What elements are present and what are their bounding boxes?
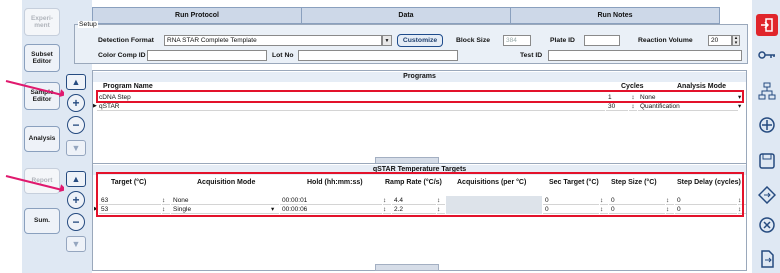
reaction-volume-field[interactable]: 20: [708, 35, 732, 46]
detection-format-label: Detection Format: [98, 37, 154, 44]
chevron-down-icon: ▼: [71, 143, 81, 153]
main-tabs: Run Protocol Data Run Notes: [92, 7, 720, 24]
nav-sum-label: Sum.: [34, 217, 50, 225]
targets-remove-button[interactable]: −: [67, 213, 85, 231]
color-comp-label: Color Comp ID: [98, 52, 146, 59]
nav-analysis-label: Analysis: [28, 135, 56, 143]
nav-analysis-button[interactable]: Analysis: [24, 126, 60, 152]
test-id-field[interactable]: [548, 50, 742, 61]
programs-panel: Programs Program Name Cycles Analysis Mo…: [92, 70, 747, 164]
reaction-volume-label: Reaction Volume: [638, 37, 693, 44]
nav-experiment-button[interactable]: Experi- ment: [24, 8, 60, 36]
lot-no-field[interactable]: [298, 50, 458, 61]
nav-subset-editor-button[interactable]: Subset Editor: [24, 44, 60, 72]
programs-remove-button[interactable]: −: [67, 116, 85, 134]
tab-run-notes[interactable]: Run Notes: [511, 8, 719, 23]
exit-icon[interactable]: [756, 14, 778, 36]
tab-run-protocol[interactable]: Run Protocol: [93, 8, 302, 23]
programs-move-down-button[interactable]: ▼: [66, 140, 86, 156]
program-row-2-cycles-spinner[interactable]: ↕: [629, 102, 637, 111]
targets-horizontal-scrollbar[interactable]: [375, 264, 439, 271]
plate-id-field[interactable]: [584, 35, 620, 46]
targets-add-button[interactable]: +: [67, 191, 85, 209]
programs-col-cycles: Cycles: [621, 83, 644, 90]
targets-move-up-button[interactable]: ▲: [66, 171, 86, 187]
network-icon[interactable]: [756, 80, 778, 102]
block-size-field[interactable]: 384: [503, 35, 531, 46]
program-row-2-cycles[interactable]: 30: [606, 102, 628, 111]
detection-format-select[interactable]: RNA STAR Complete Template: [164, 35, 382, 46]
programs-highlight-box: [96, 90, 744, 103]
block-size-label: Block Size: [456, 37, 490, 44]
customize-button[interactable]: Customize: [397, 34, 443, 47]
minus-icon: −: [72, 118, 80, 132]
color-comp-field[interactable]: [147, 50, 267, 61]
programs-col-name: Program Name: [103, 83, 153, 90]
test-id-label: Test ID: [520, 52, 543, 59]
nav-experiment-label: Experi- ment: [30, 14, 54, 29]
programs-add-button[interactable]: +: [67, 94, 85, 112]
detection-format-dropdown-icon[interactable]: ▼: [382, 35, 392, 46]
settings-dial-icon[interactable]: [756, 114, 778, 136]
targets-highlight-box: [96, 172, 744, 217]
programs-move-up-button[interactable]: ▲: [66, 74, 86, 90]
minus-icon: −: [72, 215, 80, 229]
program-row-2-name[interactable]: qSTAR: [97, 102, 605, 111]
programs-col-mode: Analysis Mode: [677, 83, 727, 90]
key-icon[interactable]: [756, 44, 778, 66]
program-row-2-mode[interactable]: Quantification: [638, 102, 738, 111]
nav-sum-button[interactable]: Sum.: [24, 208, 60, 234]
reaction-volume-spinner[interactable]: ▴ ▾: [732, 35, 740, 46]
targets-move-down-button[interactable]: ▼: [66, 236, 86, 252]
programs-title: Programs: [93, 72, 746, 82]
save-icon[interactable]: [756, 150, 778, 172]
program-row-2-mode-dropdown-icon[interactable]: ▾: [738, 102, 745, 111]
setup-legend: Setup: [78, 21, 98, 28]
export-icon[interactable]: [756, 248, 778, 270]
tab-data[interactable]: Data: [302, 8, 511, 23]
close-icon[interactable]: [756, 214, 778, 236]
chevron-up-icon: ▲: [71, 77, 81, 87]
navigate-icon[interactable]: [756, 184, 778, 206]
lot-no-label: Lot No: [272, 52, 294, 59]
plate-id-label: Plate ID: [550, 37, 575, 44]
chevron-down-icon: ▼: [71, 239, 81, 249]
plus-icon: +: [72, 193, 80, 207]
plus-icon: +: [72, 96, 80, 110]
nav-subset-editor-label: Subset Editor: [31, 50, 53, 65]
chevron-up-icon: ▲: [71, 174, 81, 184]
